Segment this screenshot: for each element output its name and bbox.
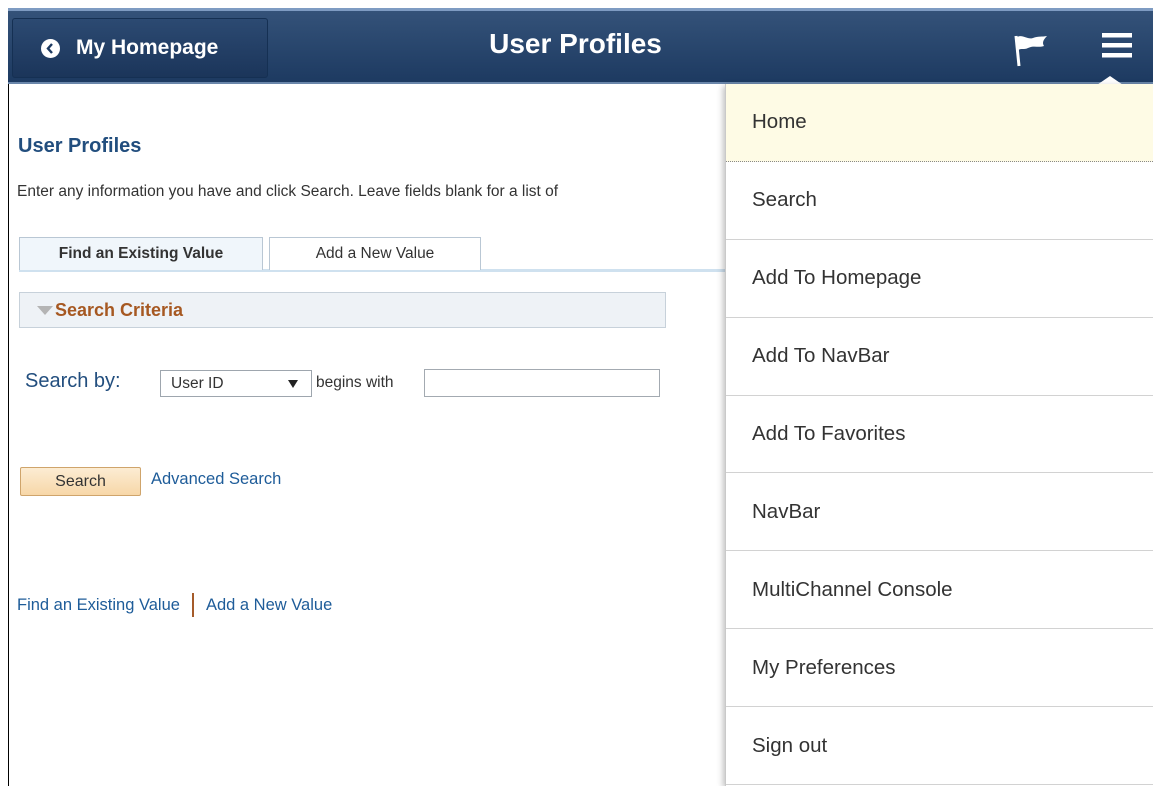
- hamburger-menu-icon[interactable]: [1100, 31, 1134, 71]
- menu-item-sign-out[interactable]: Sign out: [726, 707, 1153, 786]
- find-existing-value-link[interactable]: Find an Existing Value: [17, 596, 180, 615]
- link-divider: [191, 593, 194, 617]
- page-left-border: [8, 84, 9, 786]
- menu-item-add-to-favorites[interactable]: Add To Favorites: [726, 396, 1153, 474]
- menu-item-navbar[interactable]: NavBar: [726, 473, 1153, 552]
- my-homepage-button[interactable]: My Homepage: [12, 18, 268, 78]
- tab-find-existing-value[interactable]: Find an Existing Value: [19, 237, 263, 270]
- search-by-select[interactable]: User ID: [160, 370, 312, 397]
- menu-item-search[interactable]: Search: [726, 162, 1153, 240]
- actions-menu: Home Search Add To Homepage Add To NavBa…: [725, 84, 1153, 786]
- add-new-value-link[interactable]: Add a New Value: [206, 596, 332, 615]
- flag-icon[interactable]: [1013, 33, 1049, 67]
- menu-item-add-to-homepage[interactable]: Add To Homepage: [726, 240, 1153, 318]
- menu-item-home[interactable]: Home: [726, 84, 1153, 162]
- search-value-input[interactable]: [424, 369, 660, 397]
- my-homepage-label: My Homepage: [76, 36, 219, 59]
- search-button[interactable]: Search: [20, 467, 141, 496]
- search-by-label: Search by:: [25, 370, 121, 392]
- search-criteria-header[interactable]: Search Criteria: [19, 292, 666, 328]
- page-heading: User Profiles: [18, 135, 142, 157]
- search-tabs: Find an Existing Value Add a New Value: [19, 237, 725, 272]
- advanced-search-link[interactable]: Advanced Search: [151, 470, 281, 489]
- operator-label: begins with: [316, 374, 394, 391]
- menu-item-multichannel-console[interactable]: MultiChannel Console: [726, 551, 1153, 630]
- bottom-links: Find an Existing Value Add a New Value: [17, 593, 332, 617]
- menu-item-add-to-navbar[interactable]: Add To NavBar: [726, 318, 1153, 396]
- search-by-value: User ID: [171, 374, 224, 392]
- chevron-left-icon: [41, 38, 60, 58]
- menu-item-my-preferences[interactable]: My Preferences: [726, 629, 1153, 708]
- tab-add-new-value[interactable]: Add a New Value: [269, 237, 481, 270]
- banner-header: My Homepage User Profiles: [8, 8, 1153, 84]
- collapse-triangle-icon: [37, 305, 53, 315]
- instructions-text: Enter any information you have and click…: [17, 183, 559, 200]
- dropdown-arrow-icon: [288, 379, 298, 388]
- search-criteria-label: Search Criteria: [55, 299, 184, 320]
